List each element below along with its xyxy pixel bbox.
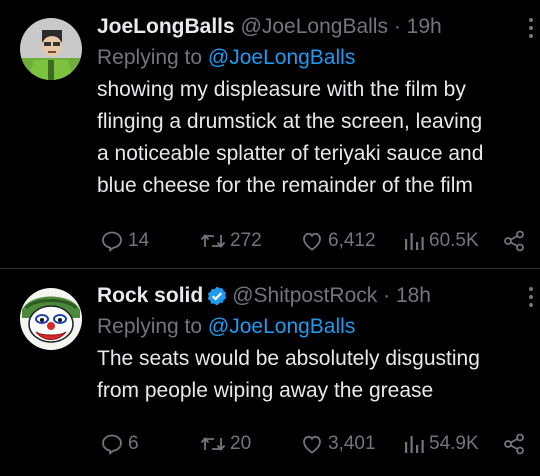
avatar[interactable] — [20, 18, 82, 80]
timestamp[interactable]: 18h — [396, 284, 431, 307]
like-button[interactable]: 6,412 — [300, 226, 376, 256]
display-name[interactable]: JoeLongBalls — [97, 15, 235, 38]
analytics-icon — [405, 233, 424, 250]
reply-count: 6 — [128, 433, 139, 454]
avatar[interactable] — [20, 288, 82, 350]
views-button[interactable]: 54.9K — [403, 429, 479, 459]
more-options-icon[interactable] — [528, 18, 534, 40]
separator-dot: · — [383, 284, 391, 307]
tweet-text: showing my displeasure with the film by … — [97, 74, 540, 202]
cartoon-clown-avatar — [20, 288, 82, 350]
analytics-icon — [405, 436, 424, 453]
separator-dot: · — [393, 15, 401, 38]
mention-link[interactable]: @JoeLongBalls — [208, 315, 355, 338]
repost-button[interactable]: 272 — [200, 226, 262, 256]
user-handle[interactable]: @ShitpostRock — [232, 284, 377, 307]
repost-count: 20 — [230, 433, 252, 454]
reply-icon — [102, 231, 122, 253]
cartoon-man-avatar — [20, 18, 82, 80]
repost-button[interactable]: 20 — [200, 429, 251, 459]
share-button[interactable] — [502, 429, 526, 459]
tweet-text: The seats would be absolutely disgusting… — [97, 343, 540, 407]
user-handle[interactable]: @JoeLongBalls — [241, 15, 388, 38]
tweet-text-line: showing my displeasure with the film by — [97, 78, 466, 101]
view-count: 60.5K — [429, 230, 479, 251]
reply-icon — [102, 434, 122, 456]
like-button[interactable]: 3,401 — [300, 429, 376, 459]
repost-count: 272 — [230, 230, 262, 251]
replying-to-label: Replying to — [97, 315, 203, 338]
tweet[interactable]: JoeLongBalls @JoeLongBalls · 19h Replyin… — [0, 0, 540, 269]
share-icon — [504, 433, 524, 455]
tweet-text-line: The seats would be absolutely disgusting — [97, 347, 480, 370]
heart-icon — [303, 435, 321, 454]
action-bar: 14 272 6,412 60.5K — [100, 226, 532, 256]
tweet-text-line: from people wiping away the grease — [97, 379, 434, 402]
tweet-text-line: a noticeable splatter of teriyaki sauce … — [97, 142, 484, 165]
reply-button[interactable]: 14 — [100, 226, 149, 256]
verified-badge-icon[interactable] — [206, 285, 228, 307]
more-options-icon[interactable] — [528, 287, 534, 309]
repost-icon — [200, 437, 226, 451]
timestamp[interactable]: 19h — [407, 15, 442, 38]
tweet-text-line: blue cheese for the remainder of the fil… — [97, 174, 473, 197]
views-button[interactable]: 60.5K — [403, 226, 479, 256]
replying-to-label: Replying to — [97, 46, 203, 69]
view-count: 54.9K — [429, 433, 479, 454]
like-count: 3,401 — [328, 433, 376, 454]
tweet[interactable]: Rock solid @ShitpostRock · 18h Replying … — [0, 269, 540, 476]
repost-icon — [200, 234, 226, 248]
display-name[interactable]: Rock solid — [97, 284, 203, 307]
heart-icon — [303, 232, 321, 251]
like-count: 6,412 — [328, 230, 376, 251]
share-button[interactable] — [502, 226, 526, 256]
tweet-text-line: flinging a drumstick at the screen, leav… — [97, 110, 483, 133]
action-bar: 6 20 3,401 54.9K — [100, 429, 532, 459]
mention-link[interactable]: @JoeLongBalls — [208, 46, 355, 69]
reply-count: 14 — [128, 230, 150, 251]
reply-button[interactable]: 6 — [100, 429, 139, 459]
share-icon — [504, 230, 524, 252]
